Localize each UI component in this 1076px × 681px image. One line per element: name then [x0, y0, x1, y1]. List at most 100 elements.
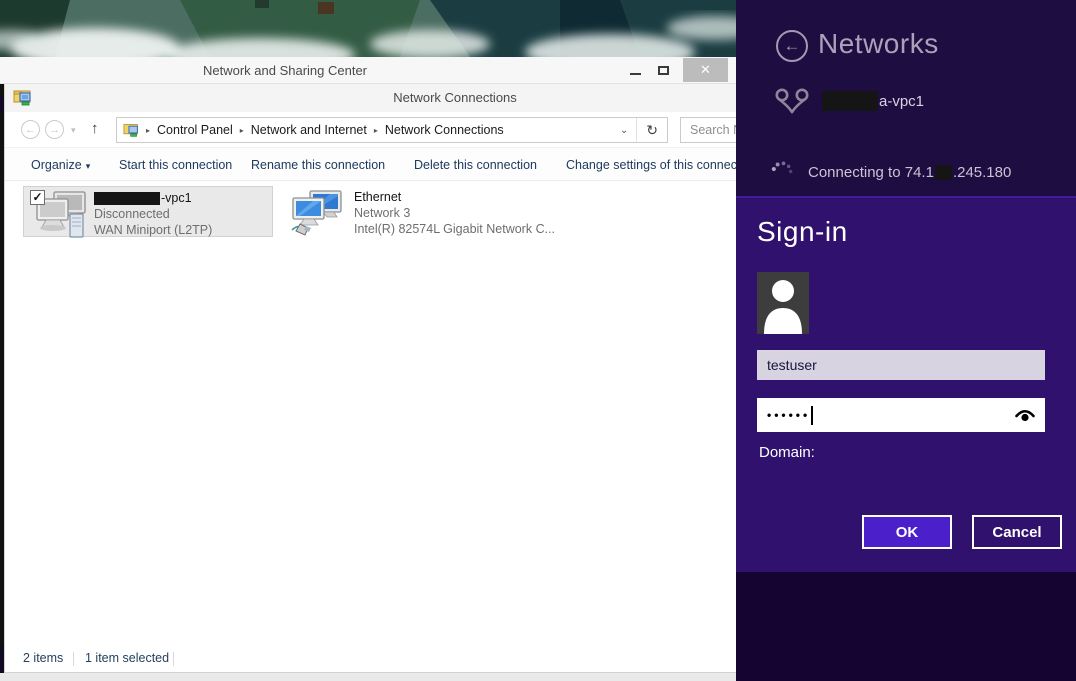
mountain-wallpaper-image — [0, 0, 736, 57]
vpn-item-device: WAN Miniport (L2TP) — [94, 222, 212, 238]
forward-icon: → — [49, 124, 60, 136]
connecting-prefix: Connecting to 74.1 — [808, 164, 934, 181]
password-masked-value: •••••• — [767, 398, 810, 432]
password-field[interactable]: •••••• — [757, 398, 1045, 432]
up-button[interactable]: ↑ — [91, 120, 99, 137]
breadcrumb-network-connections[interactable]: Network Connections — [380, 123, 509, 137]
status-bar: 2 items 1 item selected — [5, 646, 736, 672]
desktop-wallpaper — [0, 0, 736, 57]
networks-panel-footer-section — [736, 572, 1076, 681]
chevron-down-icon: ▾ — [86, 161, 91, 171]
networks-flyout-panel: ← Networks a-vpc1 — [736, 0, 1076, 681]
address-bar[interactable]: ▸ Control Panel ▸ Network and Internet ▸… — [116, 117, 668, 143]
back-button[interactable]: ← — [21, 120, 40, 139]
refresh-button[interactable]: ↻ — [637, 122, 667, 139]
close-icon: ✕ — [700, 62, 711, 78]
item-checkbox[interactable]: ✓ — [30, 190, 45, 205]
domain-label: Domain: — [759, 444, 815, 461]
list-item-vpn-connection[interactable]: ✓ — [23, 186, 273, 237]
back-button[interactable]: ← — [776, 30, 808, 62]
rename-connection-button[interactable]: Rename this connection — [251, 148, 385, 182]
organize-menu-button[interactable]: Organize ▾ — [31, 148, 90, 182]
statusbar-separator — [173, 652, 174, 666]
address-location-icon — [117, 122, 144, 138]
signin-title: Sign-in — [757, 216, 848, 248]
checkmark-icon: ✓ — [32, 190, 42, 204]
ethernet-monitors-icon — [290, 190, 346, 238]
breadcrumb-control-panel[interactable]: Control Panel — [152, 123, 238, 137]
breadcrumb: ▸ Control Panel ▸ Network and Internet ▸… — [144, 123, 612, 137]
list-item-ethernet-connection[interactable]: Ethernet Network 3 Intel(R) 82574L Gigab… — [284, 186, 546, 237]
networks-panel-header-section: ← Networks a-vpc1 — [736, 0, 1076, 196]
connecting-status-text: Connecting to 74.1 .245.180 — [808, 164, 1011, 181]
back-arrow-icon: ← — [784, 36, 801, 56]
user-avatar — [757, 272, 809, 334]
chevron-down-icon: ⌄ — [620, 125, 628, 136]
text-caret — [811, 406, 813, 425]
signin-section: Sign-in testuser •••••• — [736, 196, 1076, 572]
up-arrow-icon: ↑ — [91, 120, 99, 137]
ethernet-item-text: Ethernet Network 3 Intel(R) 82574L Gigab… — [354, 188, 555, 235]
change-settings-button[interactable]: Change settings of this connection — [566, 148, 736, 182]
address-bar-row: ← → ▾ ↑ ▸ Control Panel ▸ Network and In… — [5, 112, 736, 147]
recent-pages-button[interactable]: ▾ — [71, 125, 76, 136]
vpn-item-name: -vpc1 — [94, 190, 212, 206]
vpn-entry[interactable]: a-vpc1 — [774, 86, 924, 116]
redacted-name-box — [822, 91, 878, 111]
breadcrumb-separator-icon: ▸ — [144, 126, 152, 135]
eye-icon — [1014, 406, 1036, 424]
nsc-caption-buttons: ✕ — [621, 57, 728, 83]
statusbar-separator — [73, 652, 74, 666]
nsc-window-title: Network and Sharing Center — [160, 57, 410, 84]
breadcrumb-separator-icon: ▸ — [238, 126, 246, 135]
connecting-status-row: Connecting to 74.1 .245.180 — [770, 160, 1011, 184]
close-button[interactable]: ✕ — [683, 58, 728, 82]
vpn-connection-name: a-vpc1 — [822, 91, 924, 111]
redacted-ip-box — [935, 165, 952, 180]
vpn-item-text: -vpc1 Disconnected WAN Miniport (L2TP) — [94, 189, 212, 234]
back-icon: ← — [25, 124, 36, 136]
network-connections-window: Network Connections ← → ▾ ↑ ▸ Control Pa… — [4, 84, 736, 672]
connections-list: ✓ — [5, 181, 736, 646]
reveal-password-button[interactable] — [1014, 406, 1036, 424]
start-connection-button[interactable]: Start this connection — [119, 148, 232, 182]
vpn-connection-icon — [774, 86, 810, 116]
redacted-name-box — [94, 192, 160, 205]
forward-button[interactable]: → — [45, 120, 64, 139]
networks-panel-title: Networks — [818, 28, 939, 60]
desktop-screen: Network and Sharing Center ✕ Network Con… — [0, 0, 1076, 681]
address-dropdown-button[interactable]: ⌄ — [612, 125, 636, 136]
vpn-item-status: Disconnected — [94, 206, 212, 222]
cancel-button[interactable]: Cancel — [972, 515, 1062, 549]
spinner-icon — [770, 160, 794, 184]
vpn-name-suffix: a-vpc1 — [879, 93, 924, 110]
breadcrumb-separator-icon: ▸ — [372, 126, 380, 135]
search-input[interactable]: Search Ne — [680, 117, 736, 143]
nc-window-titlebar: Network Connections — [5, 84, 736, 112]
nc-window-title: Network Connections — [335, 84, 575, 112]
nsc-window-titlebar: Network and Sharing Center ✕ — [0, 57, 736, 84]
maximize-button[interactable] — [649, 58, 677, 82]
ethernet-item-name: Ethernet — [354, 189, 555, 205]
minimize-icon — [630, 73, 641, 75]
minimize-button[interactable] — [621, 58, 649, 82]
ethernet-item-device: Intel(R) 82574L Gigabit Network C... — [354, 221, 555, 237]
nsc-window-bottom-edge — [0, 672, 736, 681]
username-field[interactable]: testuser — [757, 350, 1045, 380]
organize-label: Organize — [31, 158, 82, 172]
connecting-suffix: .245.180 — [953, 164, 1011, 181]
delete-connection-button[interactable]: Delete this connection — [414, 148, 537, 182]
ethernet-item-icon-area — [288, 188, 354, 235]
command-toolbar: Organize ▾ Start this connection Rename t… — [5, 147, 736, 181]
maximize-icon — [658, 66, 669, 75]
items-count: 2 items — [23, 646, 63, 672]
vpn-item-icon-area: ✓ — [28, 189, 94, 234]
refresh-icon: ↻ — [646, 122, 658, 138]
ok-button[interactable]: OK — [862, 515, 952, 549]
selection-count: 1 item selected — [85, 646, 169, 672]
ethernet-item-status: Network 3 — [354, 205, 555, 221]
breadcrumb-network-and-internet[interactable]: Network and Internet — [246, 123, 372, 137]
network-connections-folder-icon — [13, 88, 33, 112]
chevron-down-icon: ▾ — [71, 125, 76, 135]
vpn-name-suffix: -vpc1 — [161, 190, 192, 206]
